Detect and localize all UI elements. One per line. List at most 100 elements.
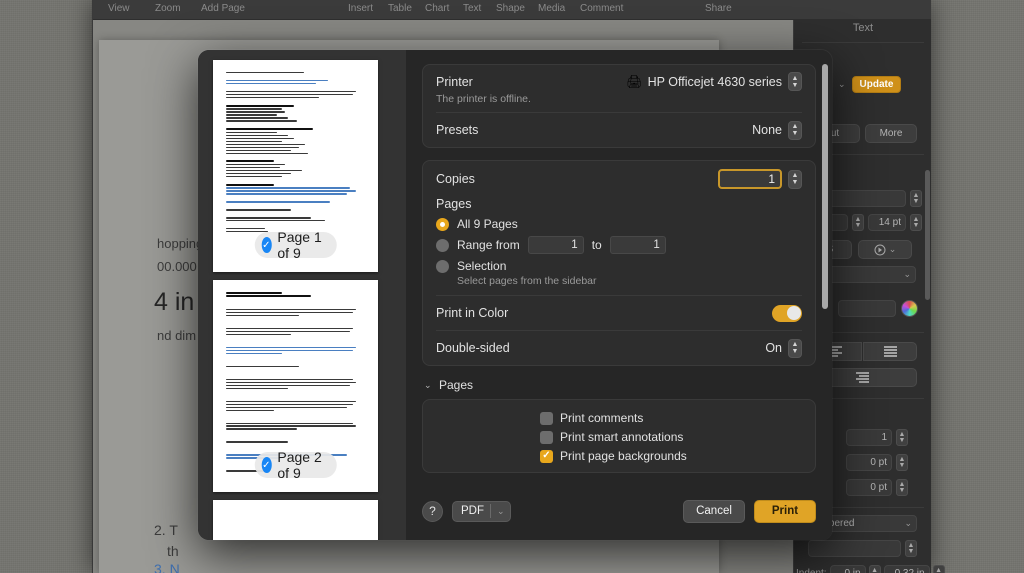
gutter-stepper[interactable]: ▲▼ [896,454,908,471]
page-number-badge[interactable]: ✓Page 2 of 9 [254,452,337,478]
color-wheel-icon[interactable] [901,300,918,317]
fill-color-row[interactable] [838,300,918,317]
pages-section-disclosure[interactable]: ⌄ Pages [424,378,816,392]
cancel-button[interactable]: Cancel [683,500,745,523]
radio-selection[interactable] [436,260,449,273]
font-weight-stepper[interactable]: ▲▼ [852,214,864,231]
toolbar-item-insert[interactable]: Insert [348,3,373,14]
printer-popup-arrows[interactable]: ▲▼ [788,72,802,91]
check-circle-icon[interactable]: ✓ [261,237,271,253]
pages-section-group: Print comments Print smart annotations P… [422,399,816,473]
print-settings-scroll[interactable]: Printer 🖨 HP Officejet 4630 series ▲▼ Th… [406,50,832,482]
gutter-row[interactable]: 0 pt ▲▼ [846,454,908,471]
pages-option-range[interactable]: Range from 1 to 1 [436,236,802,254]
presets-value: None [752,123,782,137]
checkbox-print-page-backgrounds[interactable] [540,450,553,463]
copies-input[interactable]: 1 [718,169,782,189]
help-button[interactable]: ? [422,501,443,522]
columns-row[interactable]: 1 ▲▼ [846,429,908,446]
presets-popup-arrows[interactable]: ▲▼ [788,121,802,140]
columns-stepper[interactable]: ▲▼ [896,429,908,446]
bullet-style-row[interactable]: ▲▼ [808,540,917,557]
double-sided-popup-arrows[interactable]: ▲▼ [788,339,802,358]
bullet-style-field[interactable] [808,540,901,557]
paragraph-style-row[interactable]: ⌄ Update [838,76,901,93]
chevron-down-icon[interactable]: ⌄ [838,79,846,90]
print-in-color-row[interactable]: Print in Color [423,296,815,330]
chevron-down-icon[interactable]: ⌄ [904,518,912,529]
print-smart-annotations-row[interactable]: Print smart annotations [540,430,802,444]
copies-row[interactable]: Copies 1 ▲▼ [423,161,815,197]
range-from-input[interactable]: 1 [528,236,584,254]
chevron-down-icon[interactable]: ⌄ [424,380,433,391]
indent-number-field[interactable]: 0 in [830,565,866,573]
print-in-color-toggle[interactable] [772,305,802,322]
gutter-field[interactable]: 0 pt [846,454,892,471]
print-comments-row[interactable]: Print comments [540,411,802,425]
toolbar-item-chart[interactable]: Chart [425,3,449,14]
columns-field[interactable]: 1 [846,429,892,446]
toolbar-item-shape[interactable]: Shape [496,3,525,14]
pages-option-selection[interactable]: Selection [436,259,802,273]
spacing-row[interactable]: 0 pt ▲▼ [846,479,908,496]
presets-row[interactable]: Presets None ▲▼ [423,113,815,147]
radio-all-pages[interactable] [436,218,449,231]
page-preview-thumbnail[interactable]: ✓Page 1 of 9 [213,60,378,272]
printer-row[interactable]: Printer 🖨 HP Officejet 4630 series ▲▼ [423,65,815,93]
toolbar-item-media[interactable]: Media [538,3,565,14]
pdf-menu-button[interactable]: PDF ⌄ [452,501,511,522]
settings-scrollbar[interactable] [822,64,828,309]
toolbar-item-share[interactable]: Share [705,3,732,14]
page-number-badge[interactable]: ✓Page 1 of 9 [254,232,337,258]
printer-group: Printer 🖨 HP Officejet 4630 series ▲▼ Th… [422,64,816,148]
thumbnail-content [226,292,367,473]
copies-pages-group: Copies 1 ▲▼ Pages All 9 Pages [422,160,816,366]
toolbar-item-table[interactable]: Table [388,3,412,14]
toolbar-item-zoom[interactable]: Zoom [155,3,181,14]
toolbar-item-text[interactable]: Text [463,3,481,14]
bullet-style-stepper[interactable]: ▲▼ [905,540,917,557]
check-circle-icon[interactable]: ✓ [261,457,271,473]
chevron-down-icon[interactable]: ⌄ [889,244,897,255]
range-to-input[interactable]: 1 [610,236,666,254]
print-dialog: ✓Page 1 of 9 ✓Page 2 of 9 ✓Page 3 of 9 Pri… [198,50,832,540]
radio-range[interactable] [436,239,449,252]
align-justify-icon [884,346,897,357]
print-page-backgrounds-row[interactable]: Print page backgrounds [540,449,802,463]
copies-stepper[interactable]: ▲▼ [788,170,802,189]
sidebar-scrollbar[interactable] [925,170,930,300]
update-style-button[interactable]: Update [852,76,902,93]
divider [490,504,491,518]
checkbox-print-smart-annotations[interactable] [540,431,553,444]
spacing-stepper[interactable]: ▲▼ [896,479,908,496]
align-justify-button[interactable] [863,342,917,361]
indent-text-field[interactable]: 0.32 in [884,565,930,573]
indent-number-stepper[interactable]: ▲▼ [869,565,881,573]
indent-text-stepper[interactable]: ▲▼ [933,565,945,573]
printer-status: The printer is offline. [436,93,531,105]
pages-option-all[interactable]: All 9 Pages [436,217,802,231]
toolbar-item-view[interactable]: View [108,3,130,14]
page-preview-thumbnail[interactable]: ✓Page 2 of 9 [213,280,378,492]
text-effects-menu[interactable]: ⌄ [858,240,912,259]
font-size-field[interactable]: 14 pt [868,214,906,231]
font-size-stepper[interactable]: ▲▼ [910,214,922,231]
double-sided-row[interactable]: Double-sided On ▲▼ [423,331,815,365]
document-text-line: 00.000 [157,259,197,274]
tab-more[interactable]: More [865,124,917,143]
indent-values-row[interactable]: Indent: 0 in ▲▼ 0.32 in ▲▼ [796,565,945,573]
chevron-down-icon[interactable]: ⌄ [903,269,911,280]
font-family-stepper[interactable]: ▲▼ [910,190,922,207]
toolbar-item-comment[interactable]: Comment [580,3,623,14]
page-preview-thumbnail[interactable]: ✓Page 3 of 9 [213,500,378,540]
toolbar-item-add-page[interactable]: Add Page [201,3,245,14]
pages-label: Pages [436,197,802,211]
print-preview-pane[interactable]: ✓Page 1 of 9 ✓Page 2 of 9 ✓Page 3 of 9 [198,50,406,540]
fill-color-field[interactable] [838,300,896,317]
printer-value: HP Officejet 4630 series [648,75,782,89]
chevron-down-icon[interactable]: ⌄ [497,506,505,517]
print-button[interactable]: Print [754,500,816,523]
spacing-field[interactable]: 0 pt [846,479,892,496]
inspector-title: Text [794,22,932,34]
checkbox-print-comments[interactable] [540,412,553,425]
